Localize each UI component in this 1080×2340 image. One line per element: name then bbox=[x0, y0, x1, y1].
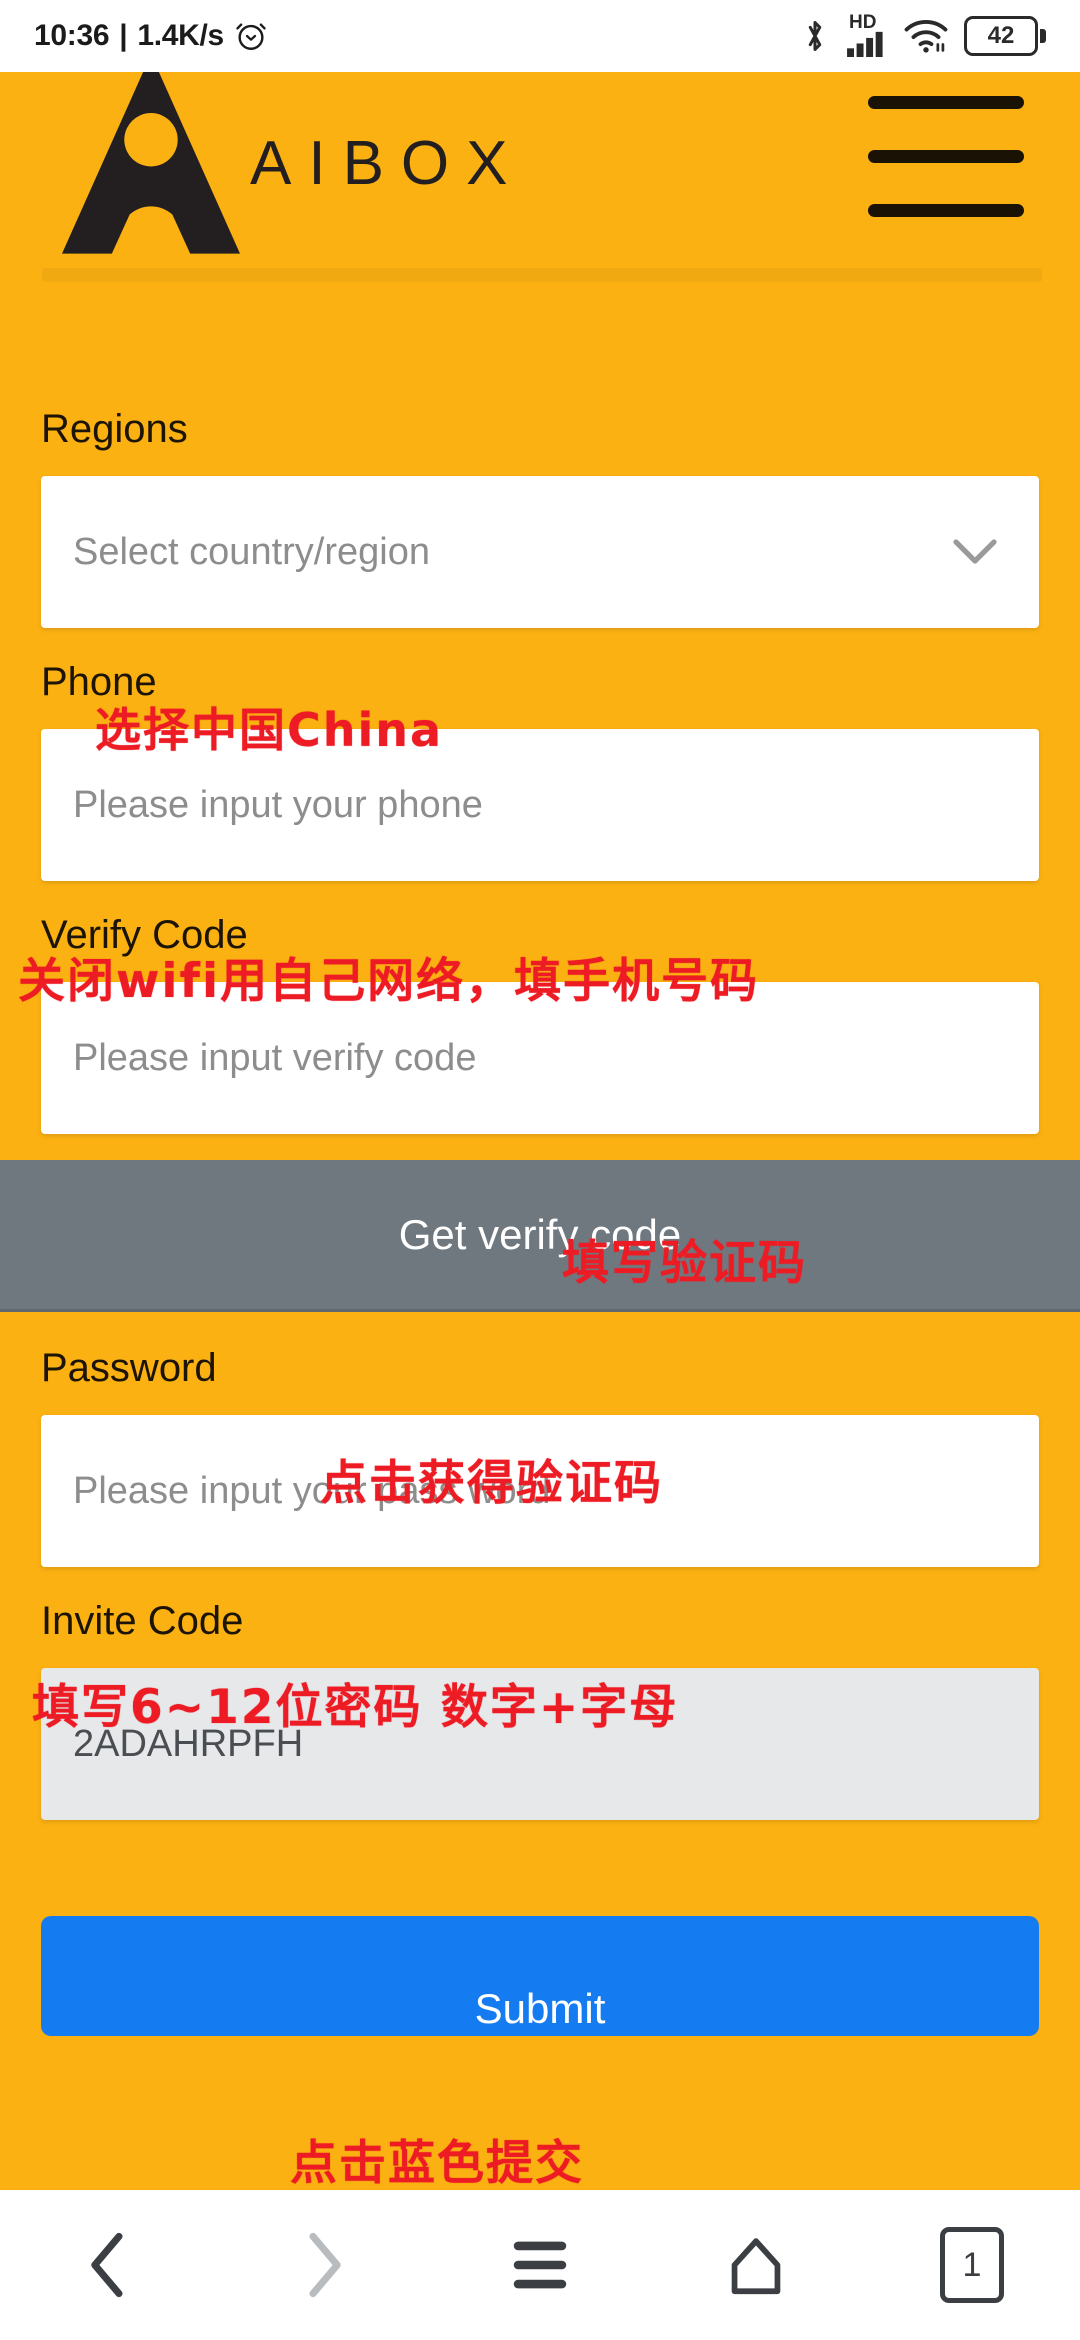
home-button[interactable] bbox=[686, 2210, 826, 2320]
network-speed: 1.4K/s bbox=[137, 19, 224, 52]
chevron-down-icon bbox=[953, 539, 997, 564]
tab-switcher-button[interactable]: 1 bbox=[902, 2210, 1042, 2320]
status-separator: | bbox=[119, 19, 128, 52]
submit-button[interactable]: Submit bbox=[41, 1916, 1039, 2036]
forward-button[interactable] bbox=[254, 2210, 394, 2320]
regions-placeholder: Select country/region bbox=[73, 530, 430, 573]
verify-code-annotation: 填写验证码 bbox=[562, 1236, 807, 1291]
chevron-left-icon bbox=[91, 2232, 123, 2298]
battery-indicator: 42 bbox=[964, 16, 1046, 56]
submit-label: Submit bbox=[474, 1985, 606, 2032]
get-code-annotation: 点击获得验证码 bbox=[320, 1456, 663, 1511]
bluetooth-icon bbox=[808, 21, 822, 51]
brand-logo-group[interactable]: AIBOX bbox=[62, 72, 525, 254]
get-verify-code-button[interactable]: Get verify code bbox=[0, 1160, 1080, 1312]
submit-annotation: 点击蓝色提交 bbox=[290, 2136, 584, 2190]
cellular-signal-icon bbox=[847, 31, 883, 57]
password-annotation: 填写6~12位密码 数字+字母 bbox=[32, 1680, 679, 1735]
phone-placeholder: Please input your phone bbox=[73, 783, 483, 826]
invite-code-label: Invite Code bbox=[41, 1599, 244, 1643]
home-icon bbox=[731, 2238, 781, 2295]
status-time: 10:36 bbox=[34, 19, 110, 52]
brand-name: AIBOX bbox=[250, 128, 525, 198]
hd-label: HD bbox=[849, 12, 877, 33]
registration-form: Regions Select country/region Phone Plea… bbox=[0, 277, 1080, 2036]
region-annotation: 选择中国China bbox=[95, 703, 444, 757]
chevron-right-icon bbox=[309, 2232, 341, 2298]
regions-select[interactable]: Select country/region bbox=[41, 476, 1039, 628]
alarm-clock-icon bbox=[236, 23, 266, 50]
aibox-logo-icon bbox=[62, 72, 240, 254]
tab-count-value: 1 bbox=[962, 2245, 982, 2284]
web-page-viewport: AIBOX Regions Select country/region Phon… bbox=[0, 72, 1080, 2190]
regions-label: Regions bbox=[41, 407, 188, 451]
site-header: AIBOX bbox=[0, 72, 1080, 282]
phone-annotation: 关闭wifi用自己网络，填手机号码 bbox=[18, 954, 760, 1009]
verify-code-placeholder: Please input verify code bbox=[73, 1036, 477, 1079]
wifi-icon bbox=[904, 20, 948, 53]
back-button[interactable] bbox=[38, 2210, 178, 2320]
menu-button[interactable] bbox=[470, 2210, 610, 2320]
tab-count-badge: 1 bbox=[940, 2227, 1004, 2303]
status-bar-left: 10:36 | 1.4K/s bbox=[34, 19, 268, 53]
battery-level: 42 bbox=[987, 22, 1015, 49]
hamburger-menu-icon[interactable] bbox=[868, 96, 1024, 218]
browser-bottom-nav: 1 bbox=[0, 2190, 1080, 2340]
status-bar: 10:36 | 1.4K/s HD 42 bbox=[0, 0, 1080, 72]
status-bar-right: HD 42 bbox=[800, 12, 1046, 57]
menu-lines-icon bbox=[513, 2241, 567, 2289]
password-label: Password bbox=[41, 1346, 217, 1390]
